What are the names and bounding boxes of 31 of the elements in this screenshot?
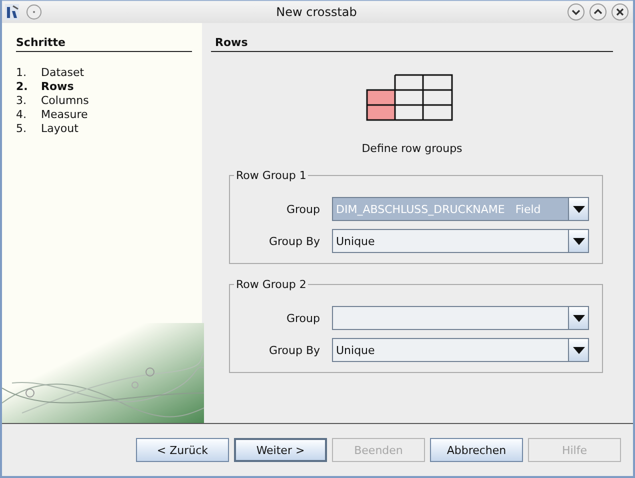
dialog-button[interactable]: < Zurück [136,438,229,462]
step-number: 1. [16,66,28,78]
dialog-button[interactable]: Weiter > [234,438,327,462]
close-button[interactable] [611,3,629,21]
step-item[interactable]: Layout [41,122,78,134]
dropdown[interactable]: Unique [332,338,589,362]
dropdown[interactable] [332,306,589,330]
group-legend: Row Group 1 [234,169,308,182]
dialog-button[interactable]: Abbrechen [430,438,523,462]
page-heading: Rows [211,36,613,52]
crosstab-grid-icon [366,74,453,121]
step-item[interactable]: Measure [41,108,88,120]
step-item[interactable]: Columns [41,94,89,106]
field-label: Group By [268,234,320,248]
window-title: New crosstab [276,5,357,19]
field-label: Group [286,202,320,216]
maximize-button[interactable] [589,3,607,21]
step-number: 4. [16,108,28,120]
dropdown[interactable]: Unique [332,229,589,253]
step-item[interactable]: Rows [41,80,74,92]
field-label: Group By [268,344,320,356]
steps-heading: Schritte [16,36,192,52]
step-number: 2. [16,80,29,92]
minimize-button[interactable] [567,3,585,21]
app-icon[interactable] [4,3,20,21]
group-legend: Row Group 2 [234,278,308,291]
step-number: 3. [16,94,28,106]
field-label: Group [286,312,320,324]
step-item[interactable]: Dataset [41,66,84,78]
step-number: 5. [16,122,28,134]
caption-text: Define row groups [360,142,464,155]
